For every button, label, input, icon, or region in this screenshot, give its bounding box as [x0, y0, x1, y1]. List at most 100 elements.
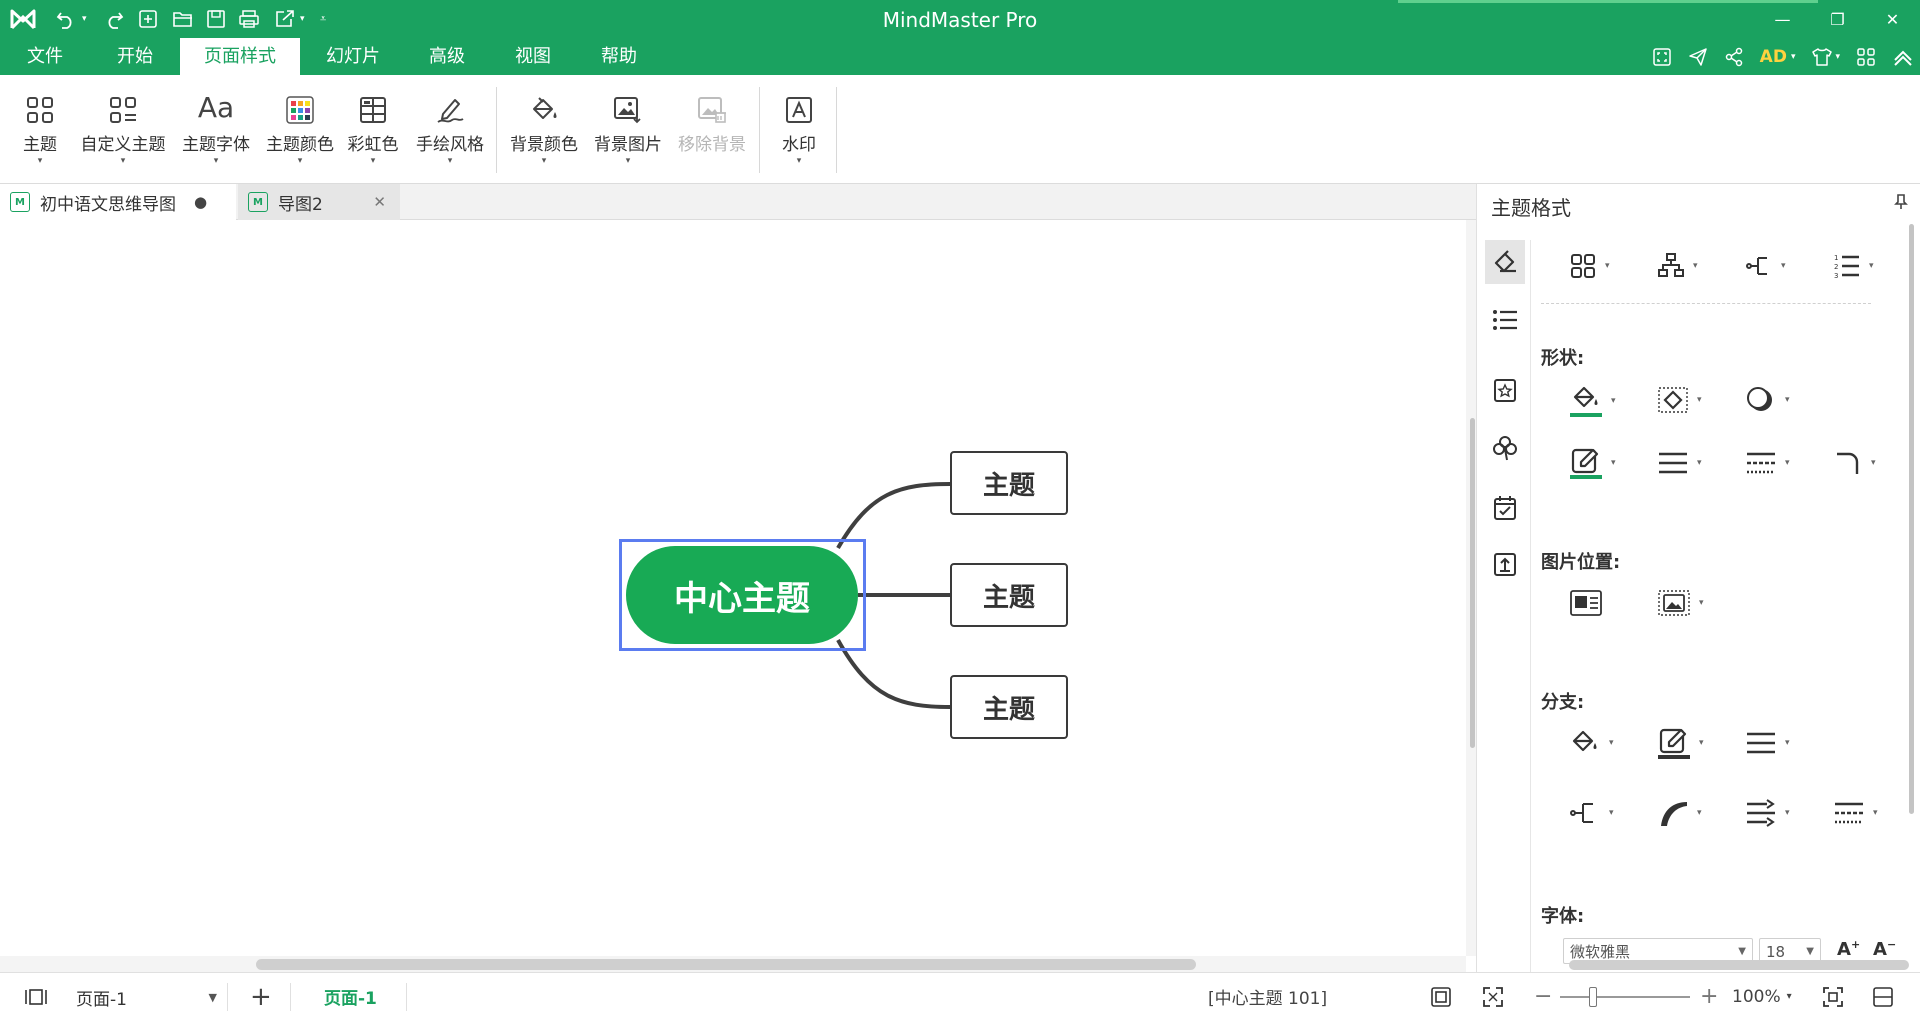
- menu-tab-page-style[interactable]: 页面样式: [180, 38, 300, 75]
- user-dropdown-icon[interactable]: ▾: [1791, 52, 1796, 62]
- clipart-icon[interactable]: [1485, 368, 1525, 412]
- minimize-icon[interactable]: —: [1755, 0, 1810, 38]
- task-calendar-icon[interactable]: [1485, 486, 1525, 530]
- branch-dash-dropdown-icon: ▾: [1873, 808, 1878, 818]
- paint-bucket-icon: [506, 84, 582, 124]
- panel-horizontal-scroll-thumb[interactable]: [1569, 960, 1909, 970]
- shape-fill-button[interactable]: ▾: [1569, 384, 1616, 418]
- user-account-badge[interactable]: AD: [1760, 47, 1787, 67]
- redo-icon[interactable]: [104, 0, 124, 38]
- zoom-slider-handle[interactable]: [1589, 987, 1597, 1007]
- zoom-level[interactable]: 100% ▾: [1732, 973, 1792, 1019]
- hand-drawn-button[interactable]: 手绘风格 ▾: [410, 84, 490, 176]
- image-position-dropdown-icon: ▾: [1699, 598, 1704, 608]
- rainbow-button[interactable]: 彩虹色 ▾: [344, 84, 402, 176]
- theme-color-button[interactable]: 主题颜色 ▾: [262, 84, 338, 176]
- branch-connector-button[interactable]: ▾: [1569, 798, 1614, 828]
- panel-vertical-scroll-thumb[interactable]: [1909, 224, 1914, 814]
- image-position-button[interactable]: ▾: [1657, 588, 1704, 618]
- zoom-slider-track[interactable]: [1560, 996, 1690, 998]
- central-topic[interactable]: 中心主题: [626, 546, 858, 644]
- upload-icon[interactable]: [1485, 542, 1525, 586]
- bg-color-button[interactable]: 背景颜色 ▾: [506, 84, 582, 176]
- menu-tab-view[interactable]: 视图: [500, 38, 566, 75]
- send-icon[interactable]: [1688, 47, 1708, 67]
- zoom-in-icon[interactable]: +: [1700, 973, 1718, 1019]
- collapse-panel-icon[interactable]: [1872, 973, 1894, 1019]
- app-window: ▾ ▾ ⩡ MindMaster Pro — ❐ ✕ 文件 开始 页面样式 幻灯…: [0, 0, 1920, 1019]
- font-increase-icon[interactable]: A+: [1837, 938, 1860, 960]
- pin-panel-icon[interactable]: [1894, 194, 1908, 214]
- menu-tab-file[interactable]: 文件: [12, 38, 78, 75]
- layout-button[interactable]: ▾: [1569, 252, 1610, 280]
- topic-node-1[interactable]: 主题: [950, 451, 1068, 515]
- structure-button[interactable]: ▾: [1657, 252, 1698, 280]
- branch-taper-button[interactable]: ▾: [1657, 798, 1702, 828]
- menu-tab-start[interactable]: 开始: [102, 38, 168, 75]
- export-dropdown-icon[interactable]: ▾: [300, 0, 305, 38]
- page-panel-icon[interactable]: [24, 973, 48, 1019]
- branch-weight-button[interactable]: ▾: [1745, 728, 1790, 758]
- print-icon[interactable]: [238, 0, 260, 38]
- shadow-button[interactable]: ▾: [1745, 384, 1790, 416]
- close-tab-icon[interactable]: ✕: [373, 193, 386, 211]
- undo-dropdown-icon[interactable]: ▾: [82, 0, 87, 38]
- page-tab[interactable]: 页面-1: [324, 973, 377, 1019]
- page-select[interactable]: 页面-1 ▼: [72, 983, 228, 1011]
- border-dash-button[interactable]: ▾: [1745, 448, 1790, 478]
- bg-image-button[interactable]: 背景图片 ▾: [590, 84, 666, 176]
- format-brush-icon[interactable]: [1485, 240, 1525, 284]
- menu-tab-help[interactable]: 帮助: [586, 38, 652, 75]
- font-decrease-icon[interactable]: A−: [1873, 938, 1896, 960]
- canvas-horizontal-scroll-thumb[interactable]: [256, 959, 1196, 970]
- save-icon[interactable]: [206, 0, 226, 38]
- menu-tab-slides[interactable]: 幻灯片: [316, 38, 390, 75]
- skin-shirt-icon[interactable]: [1811, 47, 1833, 67]
- topic-node-3[interactable]: 主题: [950, 675, 1068, 739]
- theme-font-button[interactable]: Aa 主题字体 ▾: [178, 84, 254, 176]
- fit-width-icon[interactable]: [1822, 973, 1844, 1019]
- fit-page-icon[interactable]: [1430, 973, 1452, 1019]
- border-color-button[interactable]: ▾: [1569, 446, 1616, 480]
- new-file-icon[interactable]: [138, 0, 158, 38]
- clover-icon[interactable]: [1485, 426, 1525, 470]
- corner-button[interactable]: ▾: [1833, 448, 1876, 478]
- branch-line-color-button[interactable]: ▾: [1657, 726, 1704, 760]
- image-left-button[interactable]: [1569, 588, 1603, 618]
- watermark-button[interactable]: 水印 ▾: [772, 84, 826, 176]
- branch-dash-button[interactable]: ▾: [1833, 798, 1878, 828]
- export-icon[interactable]: [274, 0, 296, 38]
- numbering-button[interactable]: 123 ▾: [1833, 252, 1874, 280]
- add-page-icon[interactable]: +: [250, 973, 272, 1019]
- share-icon[interactable]: [1724, 47, 1744, 67]
- bg-image-dropdown-icon: ▾: [625, 156, 631, 166]
- bg-color-dropdown-icon: ▾: [541, 156, 547, 166]
- doc-tab-1[interactable]: M 初中语文思维导图 ●: [0, 184, 236, 220]
- line-weight-icon: [1659, 452, 1687, 474]
- outline-list-icon[interactable]: [1485, 298, 1525, 342]
- custom-theme-button[interactable]: 自定义主题 ▾: [76, 84, 170, 176]
- fullscreen-icon[interactable]: [1652, 47, 1672, 67]
- remove-bg-button[interactable]: 移除背景: [674, 84, 750, 176]
- connector-button[interactable]: ▾: [1745, 252, 1786, 280]
- fit-screen-icon[interactable]: [1482, 973, 1504, 1019]
- zoom-out-icon[interactable]: −: [1534, 973, 1552, 1019]
- branch-fill-button[interactable]: ▾: [1569, 728, 1614, 758]
- doc-tab-2[interactable]: M 导图2 ✕: [238, 184, 400, 220]
- topic-node-2[interactable]: 主题: [950, 563, 1068, 627]
- menu-tab-advanced[interactable]: 高级: [414, 38, 480, 75]
- canvas-vertical-scroll-thumb[interactable]: [1470, 418, 1475, 748]
- open-folder-icon[interactable]: [172, 0, 194, 38]
- shape-style-button[interactable]: ▾: [1657, 384, 1702, 416]
- apps-grid-icon[interactable]: [1856, 47, 1876, 67]
- branch-arrow-button[interactable]: ▾: [1745, 798, 1790, 828]
- restore-icon[interactable]: ❐: [1810, 0, 1865, 38]
- collapse-ribbon-icon[interactable]: [1892, 47, 1914, 67]
- skin-dropdown-icon[interactable]: ▾: [1835, 52, 1840, 62]
- close-window-icon[interactable]: ✕: [1865, 0, 1920, 38]
- customize-quick-access-icon[interactable]: ⩡: [320, 0, 326, 38]
- theme-button[interactable]: 主题 ▾: [14, 84, 66, 176]
- undo-icon[interactable]: [56, 0, 76, 38]
- shape-fill-dropdown-icon: ▾: [1611, 396, 1616, 406]
- border-weight-button[interactable]: ▾: [1657, 448, 1702, 478]
